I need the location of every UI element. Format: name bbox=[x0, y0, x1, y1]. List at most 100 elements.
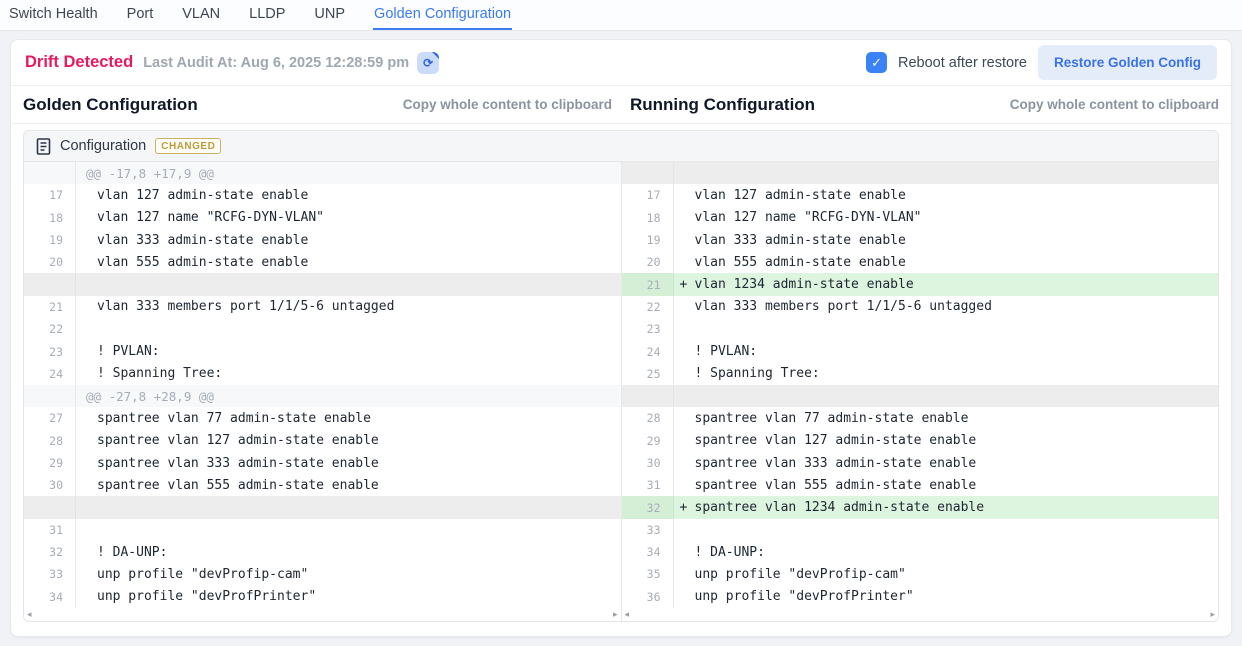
line-number: 24 bbox=[622, 340, 674, 362]
line-number bbox=[24, 273, 76, 295]
diff-code-row: 29 spantree vlan 333 admin-state enable bbox=[24, 452, 621, 474]
diff-code-row: 33 bbox=[622, 519, 1219, 541]
code-text: spantree vlan 127 admin-state enable bbox=[695, 433, 977, 448]
line-number: 21 bbox=[622, 273, 674, 295]
diff-code-row: 23! PVLAN: bbox=[24, 340, 621, 362]
diff-code-row: 24 ! PVLAN: bbox=[622, 340, 1219, 362]
line-content bbox=[674, 385, 1219, 407]
line-content: @@ -17,8 +17,9 @@ bbox=[76, 162, 621, 184]
diff-code-row: 17vlan 127 admin-state enable bbox=[24, 184, 621, 206]
line-content: unp profile "devProfip-cam" bbox=[76, 563, 621, 585]
tab-vlan[interactable]: VLAN bbox=[181, 0, 221, 30]
line-content: spantree vlan 333 admin-state enable bbox=[674, 452, 1219, 474]
line-number: 22 bbox=[24, 318, 76, 340]
line-content bbox=[76, 273, 621, 295]
code-text: spantree vlan 1234 admin-state enable bbox=[695, 500, 985, 515]
code-text: vlan 333 admin-state enable bbox=[97, 233, 308, 248]
line-number: 35 bbox=[622, 563, 674, 585]
line-content: vlan 333 admin-state enable bbox=[674, 229, 1219, 251]
code-text: ! PVLAN: bbox=[97, 344, 160, 359]
code-text: vlan 127 name "RCFG-DYN-VLAN" bbox=[695, 210, 922, 225]
diff-code-row: 18vlan 127 name "RCFG-DYN-VLAN" bbox=[24, 207, 621, 229]
code-text: ! PVLAN: bbox=[695, 344, 758, 359]
line-content: unp profile "devProfPrinter" bbox=[674, 586, 1219, 608]
line-number: 18 bbox=[24, 207, 76, 229]
tab-lldp[interactable]: LLDP bbox=[248, 0, 286, 30]
line-number: 23 bbox=[622, 318, 674, 340]
line-content: ! DA-UNP: bbox=[674, 541, 1219, 563]
line-content bbox=[674, 162, 1219, 184]
code-text: ! Spanning Tree: bbox=[695, 366, 820, 381]
line-number: 20 bbox=[24, 251, 76, 273]
running-diff-rows: 17vlan 127 admin-state enable18vlan 127 … bbox=[622, 162, 1219, 608]
diff-code-row: 27spantree vlan 77 admin-state enable bbox=[24, 407, 621, 429]
configuration-panel-header: Configuration CHANGED bbox=[24, 131, 1218, 162]
code-text: vlan 333 admin-state enable bbox=[695, 233, 906, 248]
copy-golden-content-link[interactable]: Copy whole content to clipboard bbox=[403, 97, 612, 112]
diff-code-row: 20vlan 555 admin-state enable bbox=[622, 251, 1219, 273]
diff-code-row: 24! Spanning Tree: bbox=[24, 363, 621, 385]
line-content: vlan 333 members port 1/1/5-6 untagged bbox=[674, 296, 1219, 318]
line-content: vlan 555 admin-state enable bbox=[674, 251, 1219, 273]
code-text: ! Spanning Tree: bbox=[97, 366, 222, 381]
line-number: 18 bbox=[622, 207, 674, 229]
scroll-right-icon[interactable]: ▸ bbox=[613, 610, 618, 619]
line-content: +spantree vlan 1234 admin-state enable bbox=[674, 496, 1219, 518]
scroll-left-icon[interactable]: ◂ bbox=[27, 610, 32, 619]
line-content: vlan 127 admin-state enable bbox=[76, 184, 621, 206]
diff-column-headers: Golden Configuration Copy whole content … bbox=[11, 86, 1231, 124]
diff-code-row: 25! Spanning Tree: bbox=[622, 363, 1219, 385]
code-text: unp profile "devProfip-cam" bbox=[97, 567, 308, 582]
diff-code-row: 31 spantree vlan 555 admin-state enable bbox=[622, 474, 1219, 496]
copy-running-content-link[interactable]: Copy whole content to clipboard bbox=[1010, 97, 1219, 112]
tab-bar: Switch Health Port VLAN LLDP UNP Golden … bbox=[0, 0, 1242, 31]
file-sync-icon[interactable]: ⟳ bbox=[417, 52, 439, 74]
diff-code-row: 19vlan 333 admin-state enable bbox=[622, 229, 1219, 251]
code-text: vlan 127 admin-state enable bbox=[97, 188, 308, 203]
line-content: spantree vlan 127 admin-state enable bbox=[674, 430, 1219, 452]
line-number: 32 bbox=[24, 541, 76, 563]
reboot-after-restore-checkbox[interactable]: ✓ bbox=[866, 52, 887, 73]
code-text: spantree vlan 333 admin-state enable bbox=[97, 456, 379, 471]
tab-switch-health[interactable]: Switch Health bbox=[8, 0, 99, 30]
scroll-left-icon[interactable]: ◂ bbox=[625, 610, 630, 619]
line-number: 36 bbox=[622, 586, 674, 608]
line-content: ! PVLAN: bbox=[76, 340, 621, 362]
line-content bbox=[76, 318, 621, 340]
line-number: 30 bbox=[622, 452, 674, 474]
line-number: 34 bbox=[24, 586, 76, 608]
code-text: spantree vlan 127 admin-state enable bbox=[97, 433, 379, 448]
diff-code-row: 28spantree vlan 127 admin-state enable bbox=[24, 430, 621, 452]
document-icon bbox=[36, 138, 51, 155]
line-content bbox=[76, 496, 621, 518]
tab-unp[interactable]: UNP bbox=[313, 0, 346, 30]
line-content: @@ -27,8 +28,9 @@ bbox=[76, 385, 621, 407]
running-horizontal-scrollbar[interactable]: ◂ ▸ bbox=[622, 608, 1219, 621]
line-content: ! Spanning Tree: bbox=[674, 363, 1219, 385]
line-number: 28 bbox=[622, 407, 674, 429]
diff-code-row: 30spantree vlan 555 admin-state enable bbox=[24, 474, 621, 496]
golden-horizontal-scrollbar[interactable]: ◂ ▸ bbox=[24, 608, 621, 621]
restore-golden-config-button[interactable]: Restore Golden Config bbox=[1038, 45, 1217, 80]
code-text: unp profile "devProfPrinter" bbox=[695, 589, 914, 604]
restore-controls: ✓ Reboot after restore Restore Golden Co… bbox=[866, 45, 1217, 80]
code-text: spantree vlan 555 admin-state enable bbox=[695, 478, 977, 493]
tab-port[interactable]: Port bbox=[126, 0, 155, 30]
configuration-diff-panel: Configuration CHANGED @@ -17,8 +17,9 @@1… bbox=[23, 130, 1219, 622]
diff-code-row: 32 ! DA-UNP: bbox=[24, 541, 621, 563]
line-number: 19 bbox=[24, 229, 76, 251]
line-number: 29 bbox=[24, 452, 76, 474]
audit-status-bar: Drift Detected Last Audit At: Aug 6, 202… bbox=[11, 40, 1231, 86]
line-number: 31 bbox=[622, 474, 674, 496]
code-text: ! DA-UNP: bbox=[97, 545, 167, 560]
scroll-right-icon[interactable]: ▸ bbox=[1210, 610, 1215, 619]
golden-diff-pane: @@ -17,8 +17,9 @@17vlan 127 admin-state … bbox=[24, 162, 621, 621]
tab-golden-configuration[interactable]: Golden Configuration bbox=[373, 0, 512, 30]
diff-code-row: 35unp profile "devProfip-cam" bbox=[622, 563, 1219, 585]
diff-code-row: 30spantree vlan 333 admin-state enable bbox=[622, 452, 1219, 474]
line-number bbox=[622, 162, 674, 184]
code-text: ! DA-UNP: bbox=[695, 545, 765, 560]
code-text: vlan 333 members port 1/1/5-6 untagged bbox=[695, 299, 992, 314]
line-number: 32 bbox=[622, 496, 674, 518]
line-number: 17 bbox=[622, 184, 674, 206]
